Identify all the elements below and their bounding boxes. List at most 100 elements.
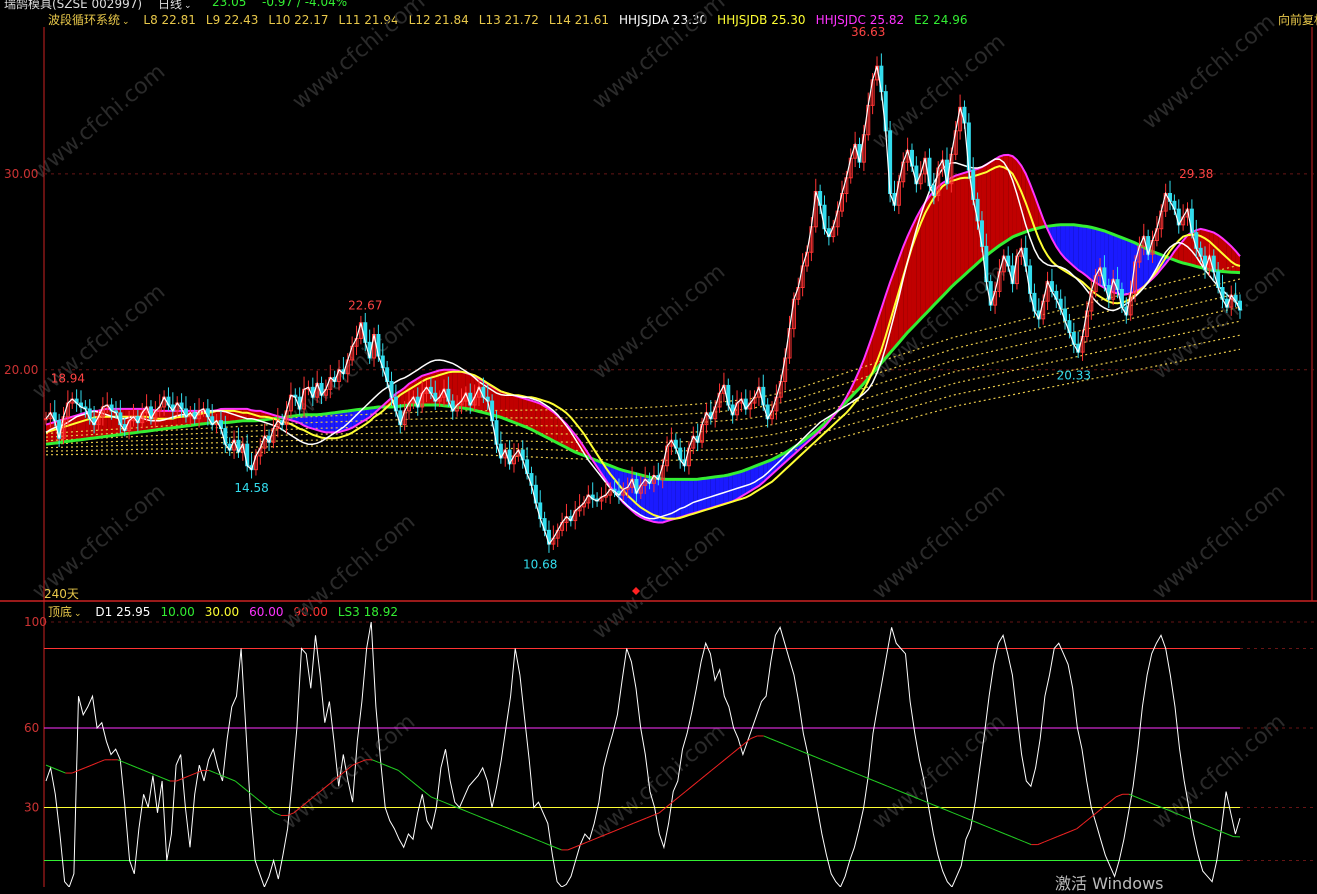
ls3-segment <box>777 741 784 744</box>
ls3-segment <box>261 802 268 807</box>
ls3-segment <box>966 818 973 821</box>
sub-ytick-label: 60 <box>24 721 39 735</box>
blue-band-segment <box>1091 227 1095 282</box>
sub-ytick-label: 30 <box>24 801 39 815</box>
ls3-segment <box>731 749 738 754</box>
sub-ytick-label: 100 <box>24 615 47 629</box>
ls3-segment <box>959 815 966 818</box>
blue-band-segment <box>676 479 680 518</box>
red-band-segment <box>951 175 955 287</box>
red-band-segment <box>903 236 907 337</box>
price-annotation: 22.67 <box>348 298 382 312</box>
watermark-text: www.cfchi.com <box>28 279 170 404</box>
ls3-segment <box>849 770 856 773</box>
blue-band-segment <box>1083 226 1087 276</box>
blue-band-segment <box>720 476 724 505</box>
ls3-segment <box>822 760 829 763</box>
ls3-segment <box>568 847 575 850</box>
main-ytick-label: 20.00 <box>4 363 38 377</box>
ls3-segment <box>712 765 719 770</box>
ls3-segment <box>1096 808 1103 813</box>
ls3-segment <box>150 773 157 776</box>
ls3-segment <box>1070 829 1077 832</box>
blue-band-segment <box>698 479 702 512</box>
ls3-segment <box>535 839 542 842</box>
ls3-segment <box>783 744 790 747</box>
price-annotation: 36.63 <box>851 25 885 39</box>
ls3-segment <box>418 786 425 791</box>
ls3-segment <box>1149 802 1156 805</box>
main-grid <box>0 27 1317 887</box>
period-range-label: 240天 <box>44 585 79 602</box>
blue-band-segment <box>706 478 710 510</box>
ls3-segment <box>59 770 66 773</box>
watermark-text: www.cfchi.com <box>588 719 730 844</box>
ls3-segment <box>646 815 653 818</box>
ls3-segment <box>411 781 418 786</box>
ls3-segment <box>1116 794 1123 797</box>
ls3-segment <box>1110 797 1117 802</box>
red-band-segment <box>986 162 990 256</box>
ls3-segment <box>1057 834 1064 837</box>
ls3-segment <box>868 778 875 781</box>
ls3-segment <box>555 847 562 850</box>
red-band-segment <box>1013 156 1017 237</box>
ls3-segment <box>672 797 679 802</box>
red-band-segment <box>549 409 553 441</box>
ls3-segment <box>163 778 170 781</box>
ls3-segment <box>529 837 536 840</box>
ls3-segment <box>999 831 1006 834</box>
blue-band-segment <box>1074 225 1078 270</box>
watermark-text: www.cfchi.com <box>1148 479 1290 604</box>
ls3-segment <box>98 760 105 763</box>
red-band-segment <box>505 393 509 421</box>
red-band-segment <box>527 399 531 429</box>
price-annotation: 10.68 <box>523 557 557 571</box>
ls3-segment <box>685 786 692 791</box>
ls3-segment <box>770 739 777 742</box>
watermark-text: www.cfchi.com <box>588 259 730 384</box>
ls3-segment <box>659 808 666 813</box>
blue-band-segment <box>733 473 737 502</box>
ls3-segment <box>437 800 444 803</box>
ls3-segment <box>718 760 725 765</box>
blue-band-segment <box>755 465 759 489</box>
activation-watermark: 激活 Windows <box>1055 870 1164 894</box>
ls3-segment <box>875 781 882 784</box>
ls3-segment <box>1012 837 1019 840</box>
ls3-segment <box>379 762 386 765</box>
ls3-segment <box>796 749 803 752</box>
ls3-segment <box>79 768 86 771</box>
ls3-segment <box>509 829 516 832</box>
sub-lines <box>46 622 1240 887</box>
ls3-segment <box>946 810 953 813</box>
ls3-segment <box>1083 818 1090 823</box>
blue-band-segment <box>741 470 745 497</box>
red-band-segment <box>908 226 912 332</box>
red-band-segment <box>938 183 942 301</box>
ls3-segment <box>1044 839 1051 842</box>
ls3-segment <box>72 770 79 773</box>
ls3-segment <box>398 770 405 775</box>
ls3-segment <box>137 768 144 771</box>
ls3-segment <box>255 797 262 802</box>
blue-band-segment <box>1139 245 1143 289</box>
ls3-segment <box>1194 821 1201 824</box>
red-band-segment <box>956 174 960 283</box>
ls3-segment <box>1077 823 1084 828</box>
blue-band-segment <box>724 475 728 504</box>
chart-canvas[interactable]: www.cfchi.com www.cfchi.com www.cfchi.com w… <box>0 0 1317 887</box>
ls3-segment <box>477 815 484 818</box>
watermark-text: www.cfchi.com <box>278 509 420 634</box>
ls3-segment <box>1142 800 1149 803</box>
ls3-segment <box>464 810 471 813</box>
ls3-segment <box>581 842 588 845</box>
price-annotation: 29.38 <box>1179 167 1213 181</box>
ls3-segment <box>829 762 836 765</box>
ls3-segment <box>444 802 451 805</box>
blue-band-segment <box>746 468 750 494</box>
ls3-segment <box>881 784 888 787</box>
red-band-segment <box>523 398 527 427</box>
ls3-segment <box>522 834 529 837</box>
watermark-text: www.cfchi.com <box>868 479 1010 604</box>
